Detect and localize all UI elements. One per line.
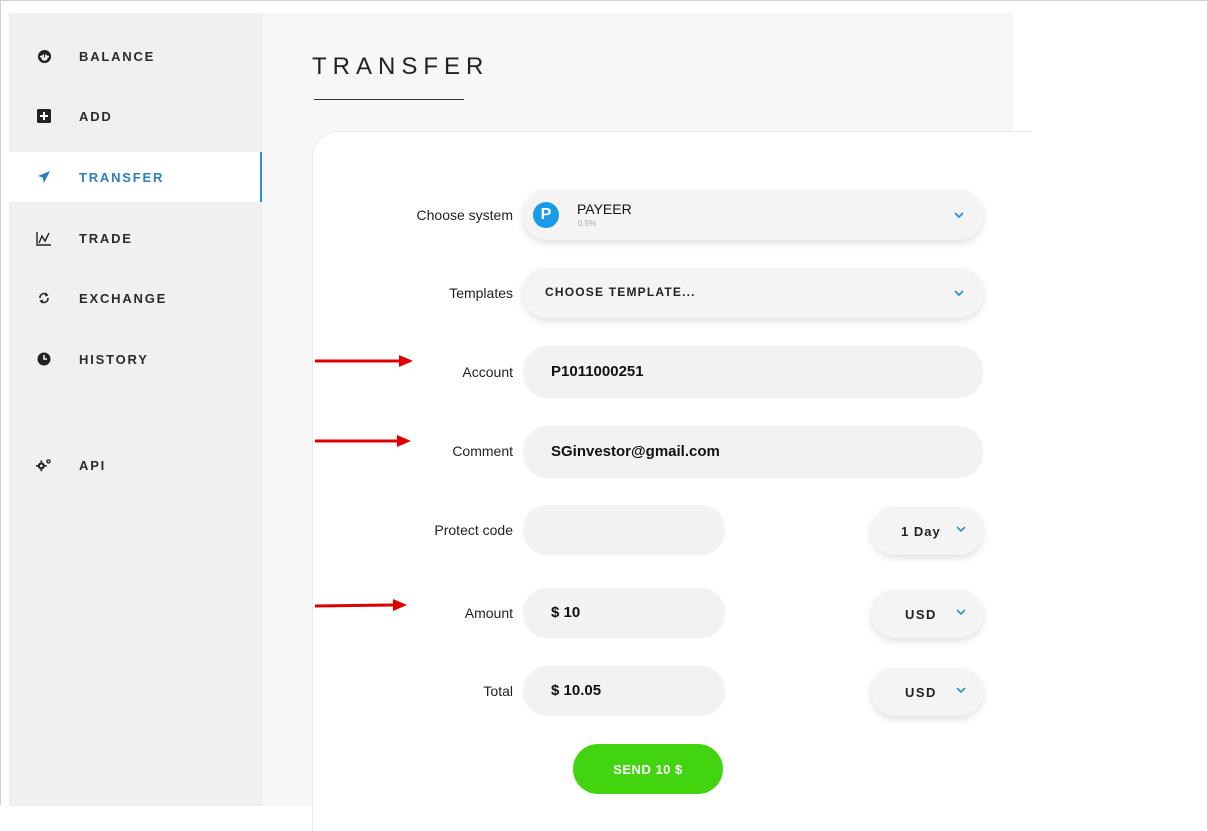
sidebar-item-history[interactable]: HISTORY [9, 334, 262, 384]
annotation-arrow-icon [315, 435, 411, 447]
paper-plane-icon [36, 169, 52, 185]
sidebar-item-transfer[interactable]: TRANSFER [9, 152, 262, 202]
amount-input-value: $ 10 [551, 604, 581, 621]
amount-input[interactable]: $ 10 [523, 588, 725, 638]
total-currency-value: USD [905, 685, 937, 700]
total-value: $ 10.05 [551, 682, 602, 699]
total-label: Total [483, 683, 513, 699]
chart-line-icon [36, 230, 52, 246]
send-button[interactable]: SEND 10 $ [573, 744, 723, 794]
sidebar-item-label: ADD [79, 108, 113, 124]
sidebar-item-label: BALANCE [79, 48, 156, 64]
plus-square-icon [36, 108, 52, 124]
dashboard-icon [36, 48, 52, 64]
sidebar-item-label: EXCHANGE [79, 290, 168, 306]
templates-label: Templates [449, 285, 513, 301]
protect-code-input[interactable] [523, 505, 725, 555]
sidebar: BALANCE ADD TRANSFER TRADE EXCHANGE HIST… [9, 13, 262, 806]
account-input[interactable]: P1011000251 [523, 346, 983, 398]
comment-input[interactable]: SGinvestor@gmail.com [523, 426, 983, 478]
protect-period-value: 1 Day [901, 524, 941, 539]
sidebar-item-trade[interactable]: TRADE [9, 213, 262, 263]
comment-input-value: SGinvestor@gmail.com [551, 443, 720, 460]
sidebar-item-label: TRADE [79, 230, 133, 246]
gears-icon [36, 457, 52, 473]
payment-system-fee: 0.5% [578, 219, 597, 228]
transfer-form-card: Choose system P PAYEER 0.5% Templates CH… [312, 131, 1032, 831]
protect-period-select[interactable]: 1 Day [871, 507, 983, 555]
template-select-value: CHOOSE TEMPLATE... [545, 285, 696, 299]
sidebar-item-exchange[interactable]: EXCHANGE [9, 273, 262, 323]
choose-system-label: Choose system [416, 207, 513, 223]
page-title: TRANSFER [312, 53, 490, 80]
payeer-logo-icon: P [533, 202, 559, 228]
payment-system-name: PAYEER [577, 201, 632, 217]
chevron-down-icon [956, 609, 966, 616]
refresh-icon [36, 290, 52, 306]
chevron-down-icon [954, 212, 964, 219]
annotation-arrow-icon [315, 599, 407, 611]
total-field: $ 10.05 [523, 666, 725, 716]
sidebar-item-api[interactable]: API [9, 440, 262, 490]
protect-code-label: Protect code [434, 522, 513, 538]
chevron-down-icon [956, 687, 966, 694]
sidebar-item-add[interactable]: ADD [9, 91, 262, 141]
payment-system-select[interactable]: P PAYEER 0.5% [523, 190, 983, 240]
amount-currency-value: USD [905, 607, 937, 622]
amount-currency-select[interactable]: USD [871, 590, 983, 638]
sidebar-item-label: API [79, 457, 107, 473]
sidebar-item-label: HISTORY [79, 351, 149, 367]
main-content: TRANSFER Choose system P PAYEER 0.5% Tem… [262, 13, 1032, 831]
app-window: BALANCE ADD TRANSFER TRADE EXCHANGE HIST… [0, 0, 1207, 831]
sidebar-item-balance[interactable]: BALANCE [9, 31, 262, 81]
clock-icon [36, 351, 52, 367]
total-currency-select[interactable]: USD [871, 668, 983, 716]
chevron-down-icon [954, 290, 964, 297]
chevron-down-icon [956, 526, 966, 533]
template-select[interactable]: CHOOSE TEMPLATE... [523, 268, 983, 318]
sidebar-item-label: TRANSFER [79, 169, 165, 185]
account-input-value: P1011000251 [551, 363, 644, 380]
annotation-arrow-icon [315, 355, 413, 367]
title-underline [314, 99, 464, 100]
